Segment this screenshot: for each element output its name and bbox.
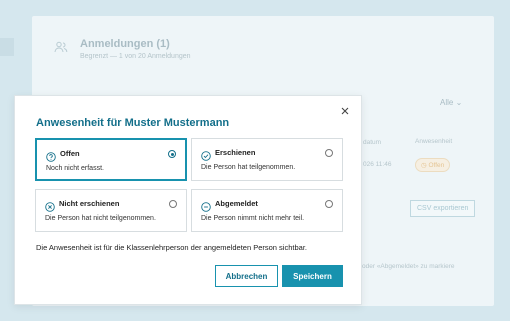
option-label: Nicht erschienen [59, 199, 120, 208]
csv-export-button[interactable]: CSV exportieren [410, 200, 476, 217]
option-description: Die Person hat nicht teilgenommen. [45, 215, 156, 222]
radio-button[interactable] [325, 200, 333, 208]
option-nicht-erschienen[interactable]: Nicht erschienen Die Person hat nicht te… [35, 189, 187, 232]
attendance-dialog: Anwesenheit für Muster Mustermann Offen … [14, 95, 362, 305]
clock-icon: ◷ [421, 162, 427, 169]
visibility-note: Die Anwesenheit ist für die Klassenlehrp… [36, 243, 307, 252]
registrations-subtitle: Begrenzt — 1 von 20 Anmeldungen [80, 53, 191, 60]
radio-button[interactable] [325, 149, 333, 157]
radio-button[interactable] [168, 150, 176, 158]
row-time: 026 11:46 [363, 161, 392, 168]
column-header-datum: datum [363, 139, 382, 146]
cancel-button[interactable]: Abbrechen [215, 265, 278, 287]
option-offen[interactable]: Offen Noch nicht erfasst. [35, 138, 187, 181]
users-icon [50, 36, 72, 58]
question-circle-icon [46, 149, 56, 162]
filter-dropdown[interactable]: Alle ⌄ [440, 98, 462, 107]
save-button[interactable]: Speichern [282, 265, 343, 287]
filter-label: Alle [440, 98, 454, 107]
option-label: Erschienen [215, 148, 256, 157]
column-header-anwesenheit: Anwesenheit [415, 138, 453, 145]
registrations-title: Anmeldungen (1) [80, 38, 170, 50]
option-description: Die Person hat teilgenommen. [201, 164, 296, 171]
option-description: Die Person nimmt nicht mehr teil. [201, 215, 305, 222]
x-circle-icon [45, 199, 55, 212]
check-circle-icon [201, 148, 211, 161]
option-erschienen[interactable]: Erschienen Die Person hat teilgenommen. [191, 138, 343, 181]
option-description: Noch nicht erfasst. [46, 165, 104, 172]
option-abgemeldet[interactable]: Abgemeldet Die Person nimmt nicht mehr t… [191, 189, 343, 232]
radio-button[interactable] [169, 200, 177, 208]
dialog-title: Anwesenheit für Muster Mustermann [36, 117, 230, 129]
chevron-down-icon: ⌄ [455, 98, 463, 107]
status-badge[interactable]: ◷ Offen [415, 158, 451, 172]
option-label: Abgemeldet [215, 199, 258, 208]
option-label: Offen [60, 149, 80, 158]
close-icon[interactable] [338, 104, 352, 118]
background-hint: oder «Abgemeldet» zu markiere [362, 263, 455, 270]
minus-circle-icon [201, 199, 211, 212]
background-sidebar-edge [0, 38, 14, 56]
status-badge-label: Offen [428, 162, 445, 169]
